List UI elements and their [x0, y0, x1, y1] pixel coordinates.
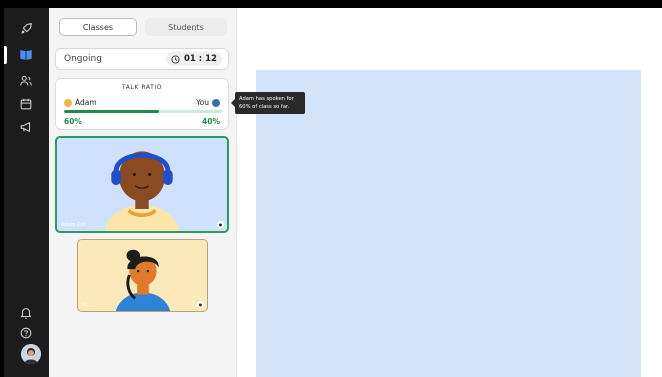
talk-ratio-bar-fill	[64, 110, 159, 113]
rocket-icon[interactable]	[17, 20, 35, 38]
session-status: Ongoing 01 : 12	[55, 48, 229, 70]
talk-ratio-card: TALK RATIO Adam You 60% 40%	[55, 78, 229, 130]
bell-icon[interactable]	[17, 304, 35, 322]
tab-classes[interactable]: Classes	[59, 18, 137, 36]
talk-ratio-tooltip: Adam has spoken for 60% of class so far.	[235, 92, 305, 114]
talk-right-percent: 40%	[202, 117, 220, 126]
mic-icon[interactable]: ●	[217, 221, 224, 228]
talk-left-name: Adam	[75, 98, 97, 107]
teacher-video-tile[interactable]: W... ●	[77, 239, 208, 312]
class-panel: Classes Students Ongoing 01 : 12 TALK RA…	[49, 8, 237, 377]
status-label: Ongoing	[64, 54, 102, 64]
mic-icon[interactable]: ●	[197, 301, 204, 308]
tab-students[interactable]: Students	[145, 18, 227, 36]
teacher-video-name: W...	[82, 302, 92, 308]
app-window: Classes Students Ongoing 01 : 12 TALK RA…	[4, 8, 662, 377]
help-icon[interactable]	[17, 324, 35, 342]
student-video-name: Adam Kid	[61, 222, 85, 228]
talk-right-name: You	[196, 98, 209, 107]
student-video-feed	[58, 138, 226, 231]
active-indicator	[4, 46, 7, 64]
talk-right-participant: You	[196, 98, 220, 107]
timer-value: 01 : 12	[184, 54, 217, 64]
talk-ratio-bar	[64, 110, 222, 113]
lesson-canvas[interactable]	[256, 70, 641, 377]
teacher-avatar-icon	[212, 98, 220, 107]
clock-icon	[171, 54, 180, 64]
calendar-icon[interactable]	[17, 95, 35, 113]
megaphone-icon[interactable]	[17, 118, 35, 136]
talk-ratio-title: TALK RATIO	[121, 84, 163, 91]
users-icon[interactable]	[17, 72, 35, 90]
teacher-video-feed	[78, 240, 207, 311]
nav-rail	[4, 8, 49, 377]
student-avatar-icon	[64, 98, 72, 107]
talk-left-participant: Adam	[64, 98, 97, 107]
book-icon[interactable]	[17, 46, 35, 64]
student-video-tile[interactable]: Adam Kid ●	[55, 136, 229, 233]
talk-left-percent: 60%	[64, 117, 82, 126]
timer: 01 : 12	[166, 52, 222, 66]
profile-avatar[interactable]	[21, 344, 41, 364]
